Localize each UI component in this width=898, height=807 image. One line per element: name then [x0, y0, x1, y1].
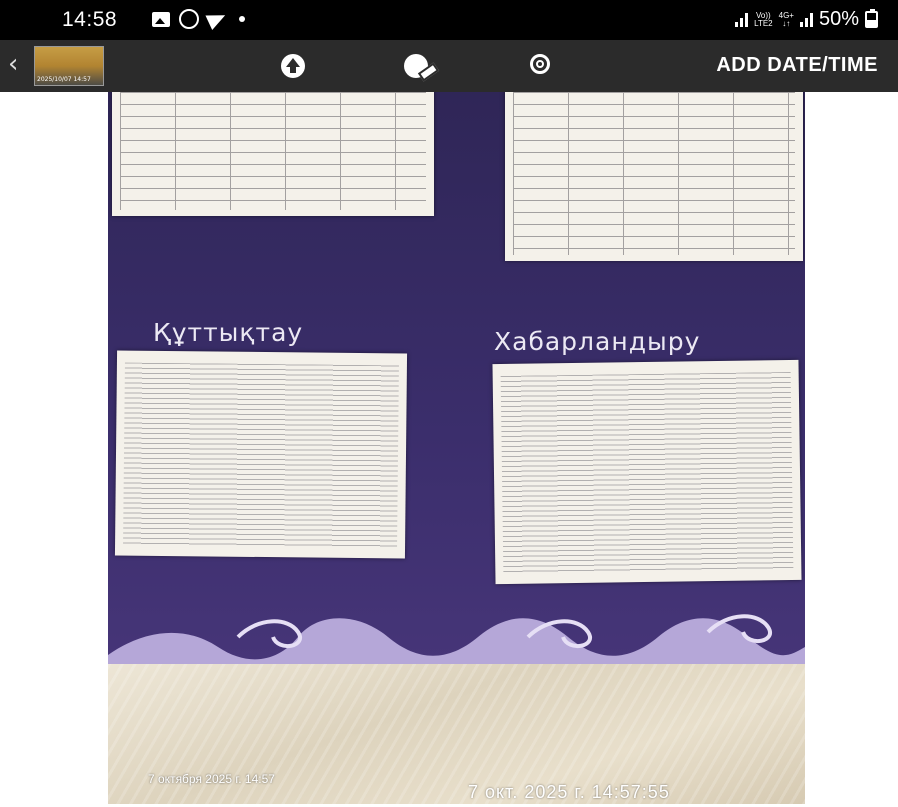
congratulations-sheet	[114, 350, 408, 559]
data-indicator: 4G+ ↓↑	[778, 10, 794, 28]
back-chevron-icon[interactable]: ‹	[8, 51, 18, 77]
status-bar: 14:58 Vo)) LTE2 4G+ ↓↑ 50%	[0, 0, 898, 40]
timestamp-small: 7 октября 2025 г. 14:57	[148, 772, 275, 786]
notification-icons	[152, 7, 245, 31]
gallery-icon	[152, 11, 170, 27]
gear-icon[interactable]	[530, 54, 550, 74]
more-notifications-dot-icon	[239, 16, 245, 22]
heading-announcement: Хабарландыру	[494, 327, 701, 356]
announcement-sheet	[492, 359, 802, 585]
add-date-time-button[interactable]: ADD DATE/TIME	[716, 54, 878, 77]
signal-2-icon	[799, 12, 813, 27]
timestamp-large: 7 окт. 2025 г. 14:57:55	[468, 782, 670, 802]
volte-indicator: Vo)) LTE2	[754, 10, 773, 28]
status-right-group: Vo)) LTE2 4G+ ↓↑ 50%	[735, 8, 878, 31]
heading-congratulations: Құттықтау	[153, 318, 304, 347]
status-time: 14:58	[62, 8, 118, 31]
photo-preview: Құттықтау Хабарландыру 7 октября 2025 г.…	[108, 92, 805, 804]
telegram-icon	[205, 7, 229, 31]
app-toolbar: ‹ 2025/10/07 14:57 ADD DATE/TIME	[0, 40, 898, 92]
clock-edit-icon[interactable]	[404, 54, 428, 78]
battery-icon	[865, 9, 878, 28]
signal-icon	[735, 12, 749, 27]
upload-icon[interactable]	[281, 54, 305, 78]
table-sheet-right	[505, 92, 803, 261]
thumbnail-date-label: 2025/10/07 14:57	[37, 76, 91, 83]
whatsapp-icon	[179, 9, 199, 29]
battery-percent: 50%	[818, 8, 859, 30]
table-sheet-left	[112, 92, 434, 216]
ornament-band	[108, 614, 805, 667]
photo-thumbnail[interactable]: 2025/10/07 14:57	[34, 46, 104, 86]
